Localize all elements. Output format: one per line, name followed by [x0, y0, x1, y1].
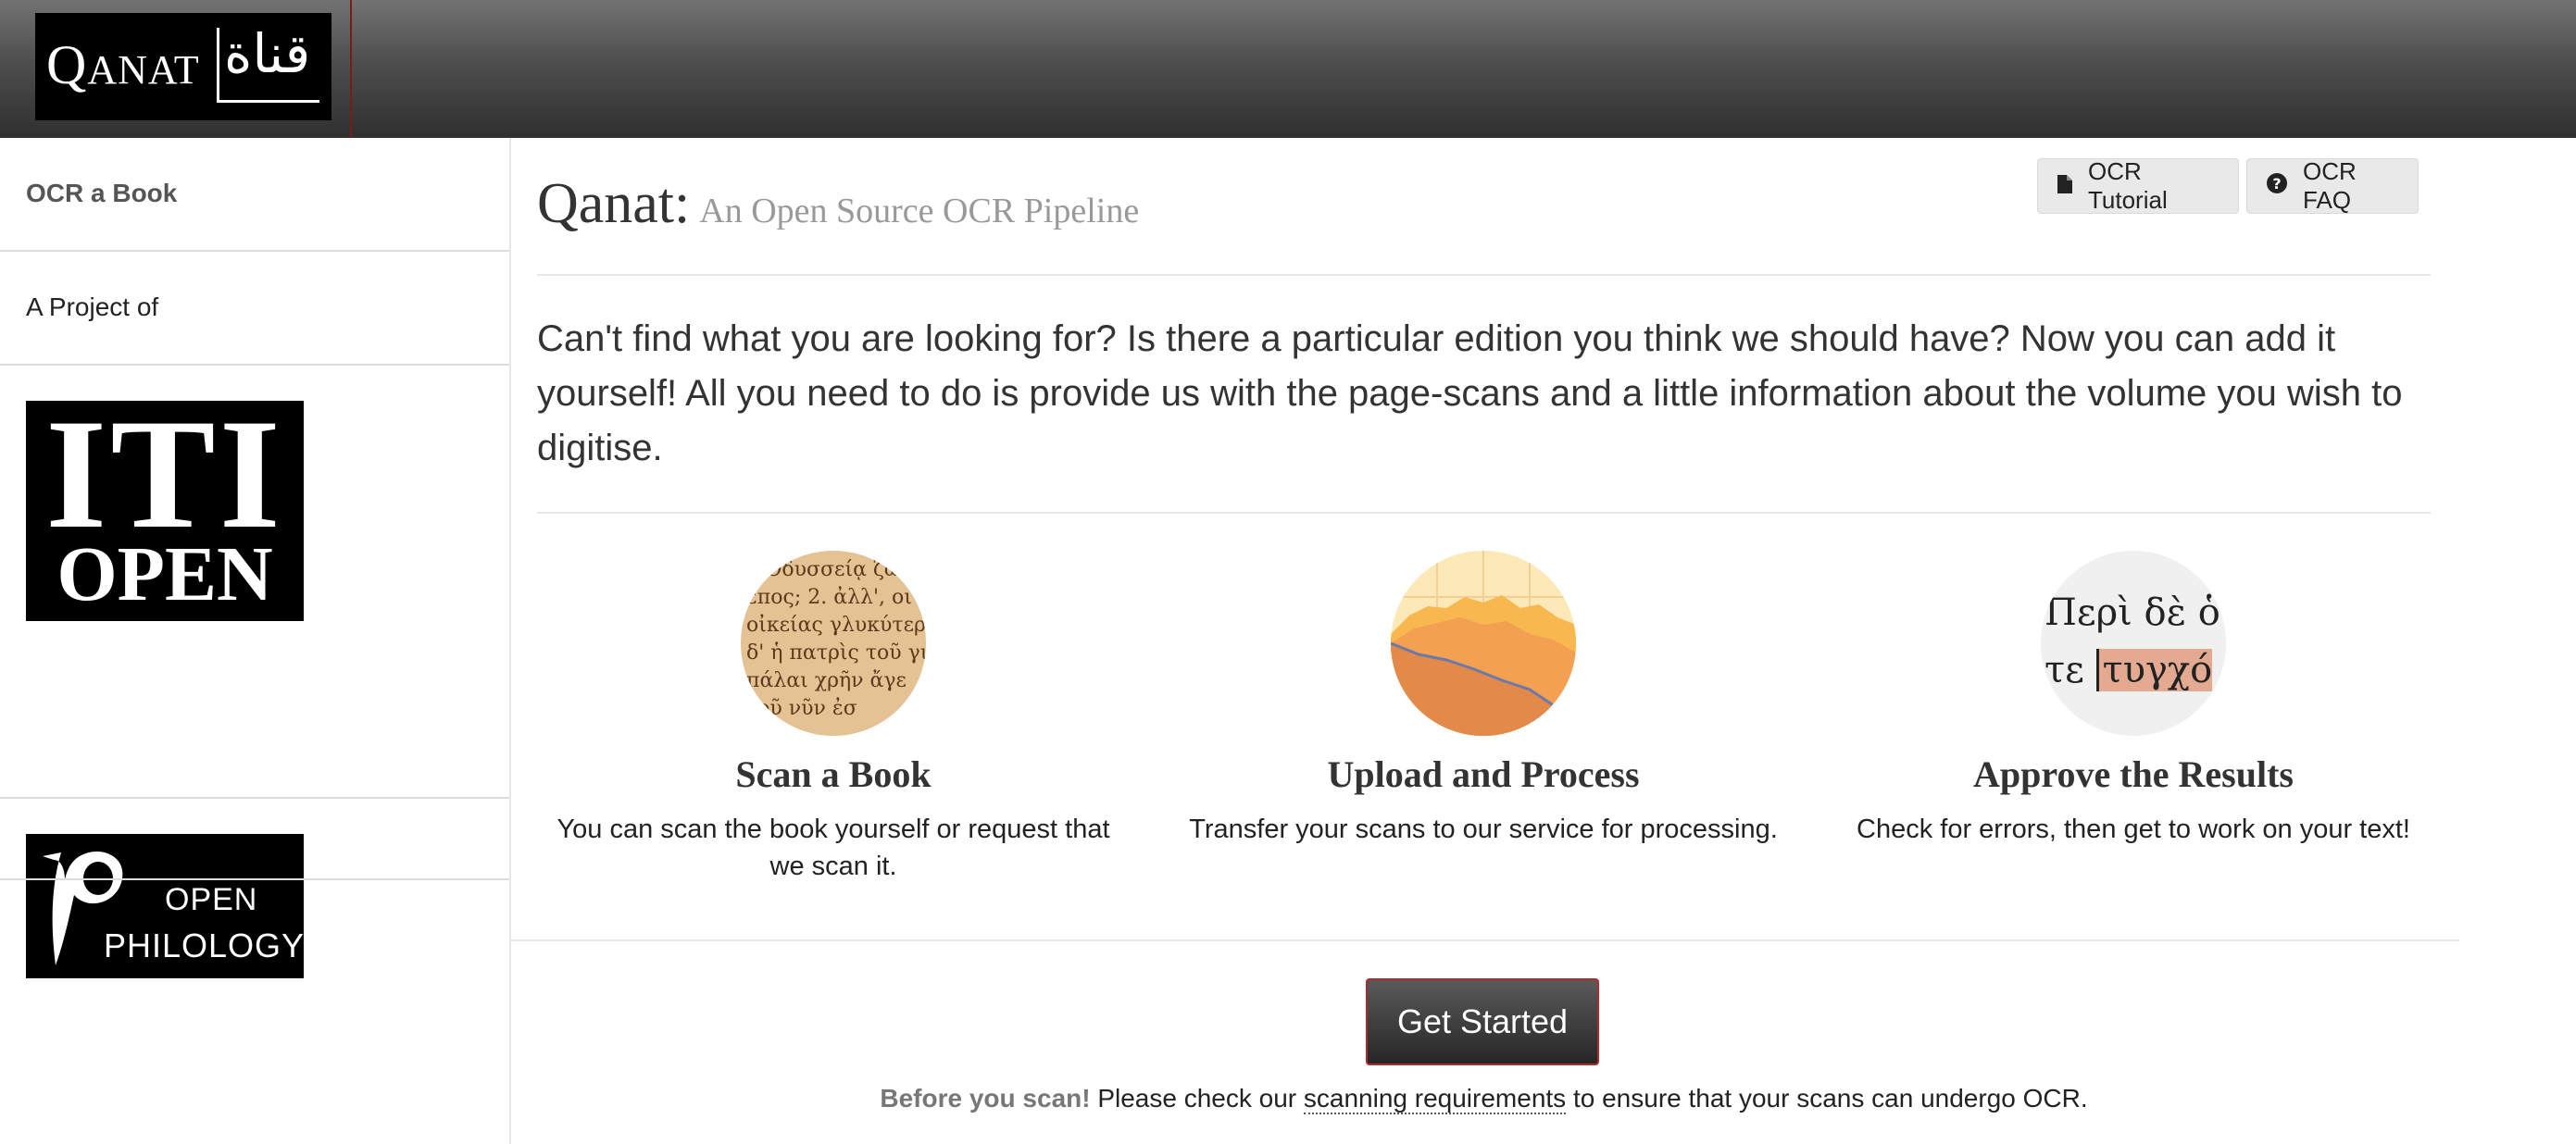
ocr-faq-label: OCR FAQ — [2303, 157, 2357, 214]
svg-text:?: ? — [2272, 175, 2281, 193]
logo-latin-text: QANAT — [46, 34, 200, 95]
sidebar-item-project-of: A Project of — [0, 252, 509, 366]
sidebar: OCR a Book A Project of ITI OPEN OPEN PH… — [0, 138, 511, 1144]
feature-title: Upload and Process — [1327, 753, 1640, 795]
feature-text: You can scan the book yourself or reques… — [556, 814, 1110, 881]
sidebar-partner-logos: ITI OPEN — [0, 366, 509, 799]
logo-arabic-text: قناة — [224, 22, 311, 85]
sidebar-item-label: OCR a Book — [26, 179, 178, 207]
feature-text: Check for errors, then get to work on yo… — [1857, 814, 2410, 844]
note-warning: Before you scan! — [880, 1084, 1091, 1113]
scan-requirements-note: Before you scan! Please check our scanni… — [880, 1084, 2088, 1114]
qanat-logo[interactable]: QANAT قناة — [35, 13, 331, 120]
feature-title: Approve the Results — [1973, 753, 2294, 795]
sidebar-item-ocr-a-book[interactable]: OCR a Book — [0, 138, 509, 252]
scan-sample-text: ν Ὀδυσσείᾳ ζω ἔπος; 2. ἀλλ', οι οἰκείας … — [746, 558, 926, 720]
divider — [537, 274, 2431, 276]
feature-scan-a-book: ν Ὀδυσσείᾳ ζω ἔπος; 2. ἀλλ', οι οἰκείας … — [537, 551, 1130, 885]
get-started-button[interactable]: Get Started — [1366, 978, 1599, 1065]
title-text: Qanat: — [537, 172, 691, 235]
ocr-tutorial-label: OCR Tutorial — [2088, 157, 2168, 214]
ocr-tutorial-button[interactable]: OCR Tutorial — [2037, 157, 2239, 214]
sidebar-item-label: A Project of — [26, 292, 159, 321]
divider — [537, 512, 2431, 514]
feature-upload-and-process: Upload and Process Transfer your scans t… — [1187, 551, 1780, 848]
approve-sample-line2: τε τυγχό — [2045, 649, 2213, 691]
main-content: Qanat: An Open Source OCR Pipeline OCR Tu… — [509, 138, 2459, 1144]
open-philology-logo[interactable]: OPEN PHILOLOGY — [26, 834, 304, 978]
lead-paragraph: Can't find what you are looking for? Is … — [537, 318, 2403, 468]
ocr-faq-button[interactable]: ? OCR FAQ — [2246, 157, 2419, 214]
divider — [509, 939, 2459, 941]
approve-sample-line1: Περὶ δὲ ὁ — [2045, 591, 2220, 634]
iti-open-logo[interactable]: ITI OPEN — [26, 395, 304, 621]
page-subtitle: An Open Source OCR Pipeline — [699, 192, 1140, 230]
approve-results-icon: Περὶ δὲ ὁ τε τυγχό — [2041, 551, 2226, 736]
document-icon — [2057, 172, 2073, 201]
sidebar-divider — [0, 878, 509, 880]
logo-cell[interactable]: QANAT قناة — [0, 0, 352, 138]
scanning-requirements-link[interactable]: scanning requirements — [1303, 1084, 1567, 1114]
feature-title: Scan a Book — [735, 753, 932, 795]
upload-process-icon — [1391, 551, 1576, 736]
feature-approve-the-results: Περὶ δὲ ὁ τε τυγχό Approve the Results C… — [1837, 551, 2430, 848]
philology-logo-line1: OPEN — [165, 882, 258, 917]
philology-logo-line2: PHILOLOGY — [104, 926, 306, 964]
feature-text: Transfer your scans to our service for p… — [1189, 814, 1778, 844]
top-navbar: QANAT قناة — [0, 0, 2576, 138]
book-scan-icon: ν Ὀδυσσείᾳ ζω ἔπος; 2. ἀλλ', οι οἰκείας … — [741, 551, 926, 736]
page-title: Qanat: An Open Source OCR Pipeline — [537, 171, 1139, 237]
question-circle-icon: ? — [2266, 172, 2288, 201]
